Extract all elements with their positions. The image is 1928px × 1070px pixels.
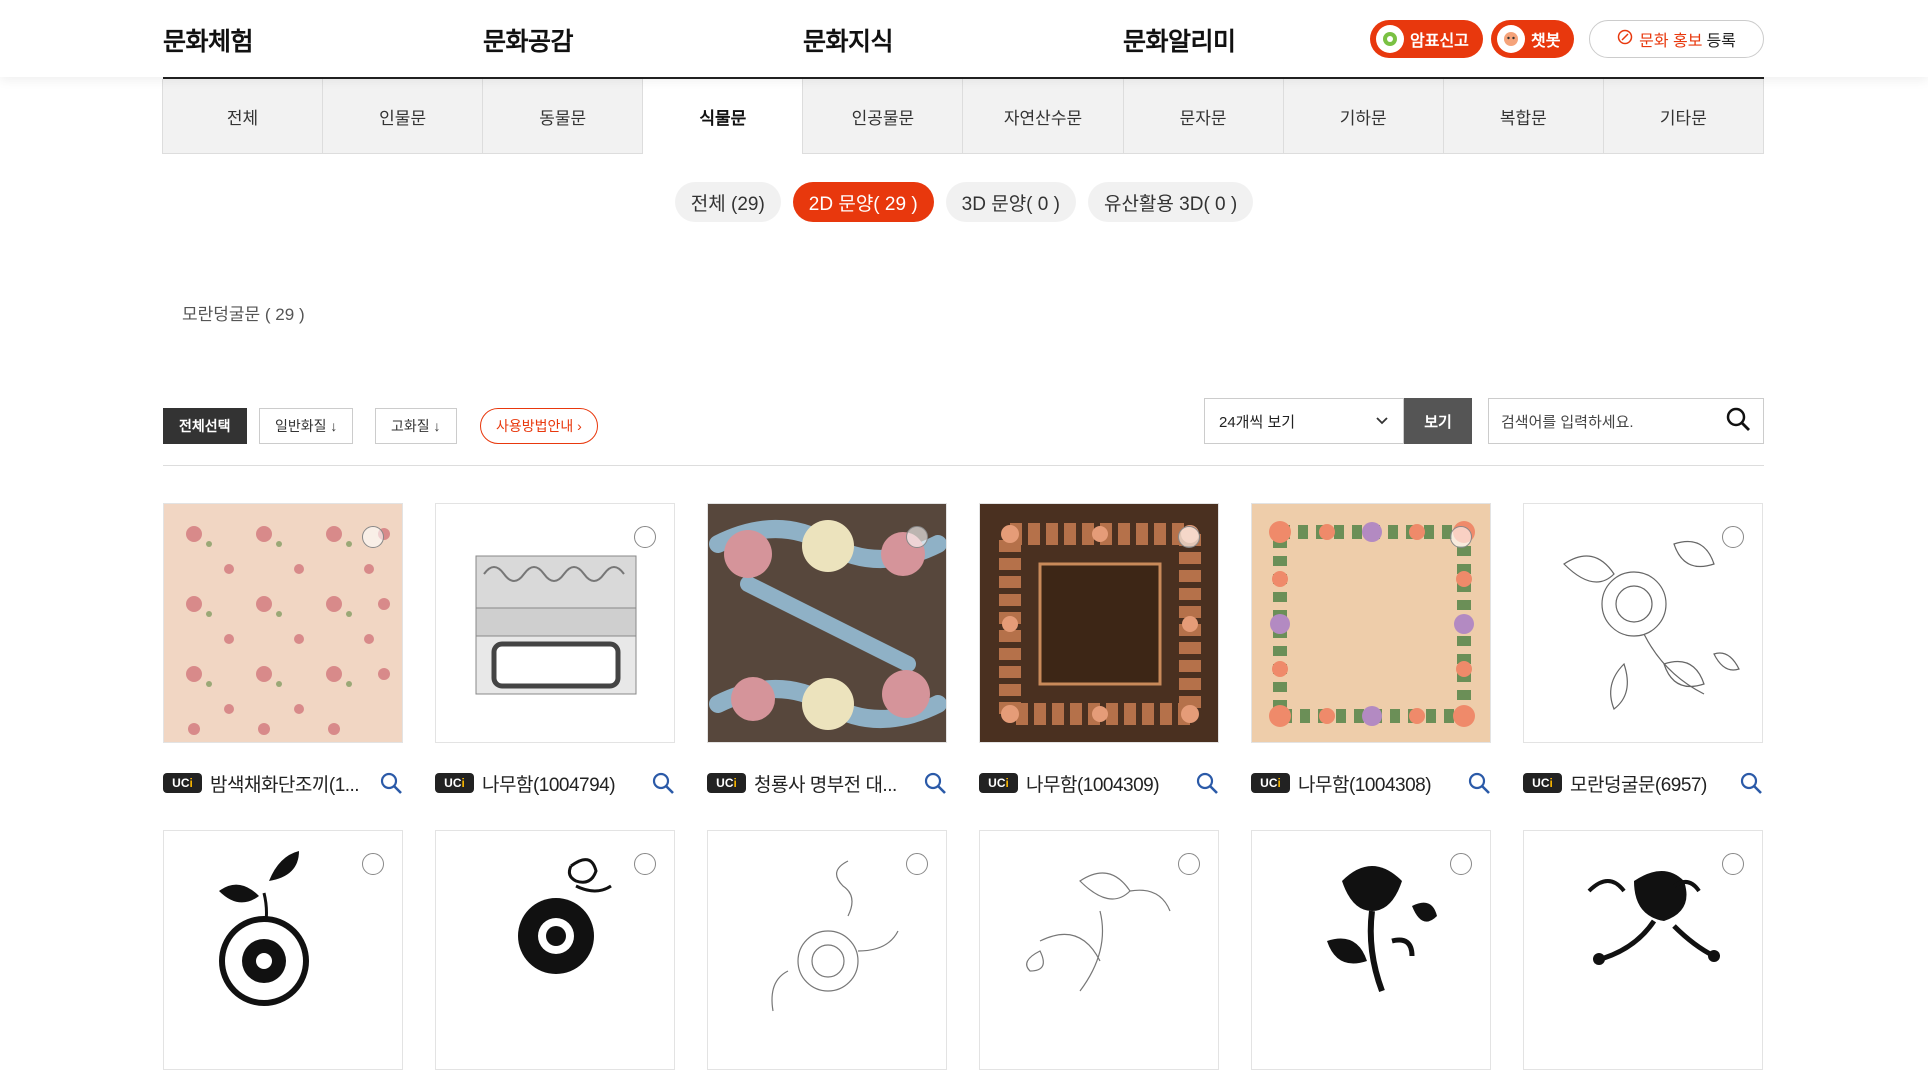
thumbnail-black-flower-3[interactable] [1251,830,1491,1070]
chatbot-label: 챗봇 [1531,33,1561,50]
high-quality-download-button[interactable]: 고화질 ↓ [375,408,457,444]
zoom-icon[interactable] [923,771,947,795]
select-radio[interactable] [1722,526,1744,548]
tab-plant[interactable]: 식물문 [642,79,804,154]
tab-person[interactable]: 인물문 [322,79,484,154]
select-radio[interactable] [906,853,928,875]
pill-all[interactable]: 전체 (29) [674,182,781,222]
promo-accent-label: 문화 홍보 [1639,33,1703,50]
card-caption: UC i 모란덩굴문(6957) [1523,769,1763,797]
tab-character[interactable]: 문자문 [1122,79,1284,154]
tab-composite[interactable]: 복합문 [1442,79,1604,154]
chatbot-icon [1497,25,1525,53]
card-caption: UC i 나무함(1004308) [1251,769,1491,797]
gnb-culture-experience[interactable]: 문화체험 [163,22,254,58]
gnb-culture-knowledge[interactable]: 문화지식 [803,22,894,58]
report-label: 암표신고 [1410,33,1469,50]
zoom-icon[interactable] [379,771,403,795]
tab-animal[interactable]: 동물문 [482,79,644,154]
tab-geometric[interactable]: 기하문 [1282,79,1444,154]
top-header: 문화체험 문화공감 문화지식 문화알리미 암표신고 챗봇 문화 홍보 등록 [0,0,1928,77]
gnb-culture-empathy[interactable]: 문화공감 [483,22,574,58]
tab-artifact[interactable]: 인공물문 [802,79,964,154]
uc-badge-icon: UC i [707,773,746,793]
select-radio[interactable] [634,526,656,548]
select-radio[interactable] [1722,853,1744,875]
culture-promo-button[interactable]: 문화 홍보 등록 [1589,20,1764,58]
thumbnail-line-flower-3[interactable] [979,830,1219,1070]
card-title[interactable]: 밤색채화단조끼(1... [210,770,373,797]
tab-other[interactable]: 기타문 [1602,79,1764,154]
search-icon[interactable] [1725,406,1751,436]
card-title[interactable]: 나무함(1004309) [1026,770,1189,797]
promo-icon [1617,29,1633,50]
pill-3d-pattern[interactable]: 3D 문양( 0 ) [945,182,1076,222]
thumbnail-frame-beige[interactable] [1251,503,1491,743]
per-page-value: 24개씩 보기 [1219,413,1296,431]
zoom-icon[interactable] [651,771,675,795]
per-page-select[interactable]: 24개씩 보기 [1204,398,1404,444]
card-title[interactable]: 나무함(1004794) [482,770,645,797]
uc-badge-icon: UC i [1251,773,1290,793]
subcategory-link[interactable]: 모란덩굴문 ( 29 ) [182,300,305,325]
card-title[interactable]: 나무함(1004308) [1298,770,1461,797]
thumbnail-black-flower-4[interactable] [1523,830,1763,1070]
thumbnail-peony-brown[interactable] [707,503,947,743]
card-caption: UC i 청룡사 명부전 대... [707,769,947,797]
search-box[interactable]: 검색어를 입력하세요. [1488,398,1764,444]
report-button[interactable]: 암표신고 [1370,20,1483,58]
select-radio[interactable] [362,526,384,548]
card-caption: UC i 나무함(1004309) [979,769,1219,797]
select-all-button[interactable]: 전체선택 [163,408,247,444]
thumbnail-wooden-box[interactable] [435,503,675,743]
uc-badge-icon: UC i [1523,773,1562,793]
select-radio[interactable] [634,853,656,875]
select-radio[interactable] [1178,526,1200,548]
type-filter-pills: 전체 (29) 2D 문양( 29 ) 3D 문양( 0 ) 유산활용 3D( … [0,182,1928,222]
tab-landscape[interactable]: 자연산수문 [962,79,1124,154]
card-title[interactable]: 모란덩굴문(6957) [1570,770,1733,797]
chevron-down-icon [1375,413,1389,430]
search-input[interactable]: 검색어를 입력하세요. [1501,411,1634,432]
normal-quality-download-button[interactable]: 일반화질 ↓ [259,408,354,444]
select-radio[interactable] [906,526,928,548]
zoom-icon[interactable] [1467,771,1491,795]
view-button[interactable]: 보기 [1404,398,1472,444]
gnb-culture-notice[interactable]: 문화알리미 [1123,22,1236,58]
promo-label: 등록 [1706,33,1736,50]
list-toolbar: 전체선택 일반화질 ↓ 고화질 ↓ 사용방법안내 › 24개씩 보기 보기 검색… [163,398,1764,466]
select-radio[interactable] [1450,526,1472,548]
thumbnail-pink-pattern[interactable] [163,503,403,743]
thumbnail-line-flower-2[interactable] [707,830,947,1070]
card-caption: UC i 나무함(1004794) [435,769,675,797]
select-radio[interactable] [1450,853,1472,875]
thumbnail-black-flower-2[interactable] [435,830,675,1070]
zoom-icon[interactable] [1195,771,1219,795]
thumbnail-black-flower-1[interactable] [163,830,403,1070]
thumbnail-line-peony[interactable] [1523,503,1763,743]
usage-guide-button[interactable]: 사용방법안내 › [480,408,598,444]
category-tabs: 전체 인물문 동물문 식물문 인공물문 자연산수문 문자문 기하문 복합문 기타… [162,77,1764,154]
thumbnail-frame-dark[interactable] [979,503,1219,743]
card-caption: UC i 밤색채화단조끼(1... [163,769,403,797]
pill-2d-pattern[interactable]: 2D 문양( 29 ) [792,182,934,222]
pill-heritage-3d[interactable]: 유산활용 3D( 0 ) [1087,182,1254,222]
report-icon [1376,25,1404,53]
uc-badge-icon: UC i [435,773,474,793]
uc-badge-icon: UC i [163,773,202,793]
zoom-icon[interactable] [1739,771,1763,795]
select-radio[interactable] [1178,853,1200,875]
chatbot-button[interactable]: 챗봇 [1491,20,1575,58]
select-radio[interactable] [362,853,384,875]
uc-badge-icon: UC i [979,773,1018,793]
card-title[interactable]: 청룡사 명부전 대... [754,770,917,797]
tab-all[interactable]: 전체 [162,79,324,154]
